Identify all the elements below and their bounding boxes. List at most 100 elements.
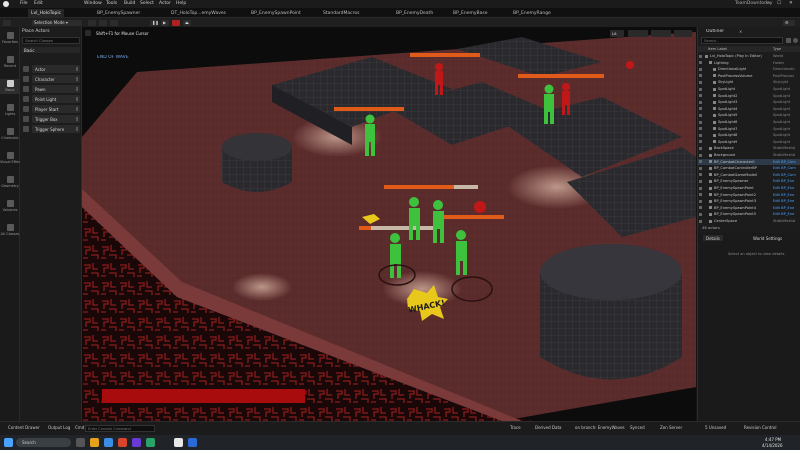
pause-button[interactable]: ❚❚ bbox=[150, 19, 159, 26]
tab-details[interactable]: Details bbox=[703, 235, 723, 241]
outliner-row[interactable]: SpotLight9 SpotLight bbox=[698, 139, 800, 145]
tab-bp-enemy-spawn-point[interactable]: BP_EnemySpawnPoint bbox=[248, 9, 304, 17]
rail-item-all-classes[interactable]: All Classes bbox=[0, 223, 20, 238]
eye-icon[interactable] bbox=[699, 153, 702, 157]
outliner-row[interactable]: SpotLight3 SpotLight bbox=[698, 99, 800, 105]
eye-icon[interactable] bbox=[699, 74, 702, 78]
blueprint-button[interactable] bbox=[99, 19, 107, 26]
synced-status[interactable]: Synced bbox=[630, 425, 645, 430]
eye-icon[interactable] bbox=[699, 100, 702, 104]
rail-item-lights[interactable]: Lights bbox=[0, 103, 20, 118]
cinematics-button[interactable] bbox=[110, 19, 118, 26]
drag-handle-icon[interactable] bbox=[76, 97, 78, 101]
outliner-row[interactable]: SpotLight5 SpotLight bbox=[698, 112, 800, 118]
app-icon[interactable] bbox=[146, 438, 155, 447]
tab-level[interactable]: Lvl_HoloTopic bbox=[28, 9, 65, 17]
skip-button[interactable]: ▶ bbox=[161, 19, 169, 26]
viewport-options-button[interactable] bbox=[85, 30, 91, 36]
drag-handle-icon[interactable] bbox=[76, 127, 78, 131]
stop-button[interactable] bbox=[172, 19, 180, 26]
rail-item-basic[interactable]: Basic bbox=[0, 79, 20, 94]
close-button[interactable]: ✕ bbox=[789, 1, 793, 6]
app-icon[interactable] bbox=[188, 438, 197, 447]
place-actor-player-start[interactable]: Player Start bbox=[23, 105, 80, 113]
derived-data-button[interactable]: Derived Data bbox=[535, 425, 562, 430]
outliner-row[interactable]: BP_EnemySpawner Edit BP_Ene bbox=[698, 178, 800, 184]
outliner-row[interactable]: BP_EnemySpawnPoint5 Edit BP_Ene bbox=[698, 211, 800, 217]
outliner-row[interactable]: BP_CombatGameMode0 Edit BP_Com bbox=[698, 172, 800, 178]
outliner-row[interactable]: SpotLight SpotLight bbox=[698, 86, 800, 92]
outliner-row[interactable]: BackSpace StaticMeshA bbox=[698, 145, 800, 151]
eject-button[interactable]: ⏏ bbox=[183, 19, 191, 26]
outliner-row[interactable]: SpotLight2 SpotLight bbox=[698, 93, 800, 99]
task-view-icon[interactable] bbox=[76, 438, 85, 447]
drag-handle-icon[interactable] bbox=[76, 107, 78, 111]
eye-icon[interactable] bbox=[699, 113, 702, 117]
menu-help[interactable]: Help bbox=[176, 1, 186, 6]
rail-item-favorites[interactable]: Favorites bbox=[0, 31, 20, 46]
column-item-label[interactable]: Item Label bbox=[708, 47, 727, 51]
menu-actor[interactable]: Actor bbox=[159, 1, 171, 6]
outliner-row[interactable]: SpotLight4 SpotLight bbox=[698, 106, 800, 112]
eye-icon[interactable] bbox=[699, 186, 702, 190]
menu-window[interactable]: Window bbox=[84, 1, 102, 6]
cmd-dropdown[interactable]: Cmd bbox=[75, 425, 84, 430]
eye-icon[interactable] bbox=[699, 219, 702, 223]
outliner-row[interactable]: BP_CombatCharacter0 Edit BP_Com bbox=[698, 158, 800, 165]
drag-handle-icon[interactable] bbox=[76, 87, 78, 91]
outliner-row[interactable]: BP_CombatControllerBP Edit BP_Com bbox=[698, 165, 800, 171]
outliner-row-type[interactable]: Edit BP_Ene bbox=[773, 186, 794, 190]
tab-world-settings[interactable]: World Settings bbox=[750, 235, 785, 241]
drag-handle-icon[interactable] bbox=[76, 77, 78, 81]
console-command-input[interactable] bbox=[85, 425, 155, 432]
outliner-row-type[interactable]: Edit BP_Ene bbox=[773, 179, 794, 183]
maximize-button[interactable]: ☐ bbox=[777, 1, 781, 6]
add-actor-button[interactable] bbox=[88, 19, 96, 26]
eye-icon[interactable] bbox=[699, 127, 702, 131]
revision-control-button[interactable]: Revision Control bbox=[744, 425, 776, 430]
outliner-row[interactable]: SkyLight SkyLight bbox=[698, 79, 800, 85]
column-type[interactable]: Type bbox=[773, 47, 781, 51]
minimize-button[interactable]: — bbox=[766, 1, 771, 6]
outliner-row-type[interactable]: Edit BP_Com bbox=[773, 166, 796, 170]
rail-item-volumes[interactable]: Volumes bbox=[0, 199, 20, 214]
outliner-row-type[interactable]: Edit BP_Ene bbox=[773, 199, 794, 203]
outliner-row[interactable]: BP_EnemySpawnPoint3 Edit BP_Ene bbox=[698, 198, 800, 204]
taskbar-search[interactable]: Search bbox=[16, 438, 71, 447]
outliner-row[interactable]: DirectionalLight DirectionalLi bbox=[698, 66, 800, 72]
save-icon[interactable] bbox=[3, 19, 11, 26]
app-icon[interactable] bbox=[104, 438, 113, 447]
outliner-row-type[interactable]: Edit BP_Ene bbox=[773, 212, 794, 216]
eye-icon[interactable] bbox=[699, 160, 702, 164]
unsaved-button[interactable]: 5 Unsaved bbox=[705, 425, 726, 430]
tab-bp-enemy-spawner[interactable]: BP_EnemySpawner bbox=[94, 9, 143, 17]
eye-icon[interactable] bbox=[699, 199, 702, 203]
rail-item-cinematic[interactable]: Cinematic bbox=[0, 127, 20, 142]
windows-start-icon[interactable] bbox=[4, 438, 13, 447]
app-icon[interactable] bbox=[132, 438, 141, 447]
place-actor-trigger-box[interactable]: Trigger Box bbox=[23, 115, 80, 123]
eye-icon[interactable] bbox=[699, 179, 702, 183]
eye-icon[interactable] bbox=[699, 54, 702, 58]
place-actor-pawn[interactable]: Pawn bbox=[23, 85, 80, 93]
place-actor-actor[interactable]: Actor bbox=[23, 65, 80, 73]
tab-standard-macros[interactable]: StandardMacros bbox=[320, 9, 362, 17]
chrome-icon[interactable] bbox=[118, 438, 127, 447]
output-log-button[interactable]: Output Log bbox=[48, 425, 70, 430]
outliner-row-type[interactable]: Edit BP_Ene bbox=[773, 206, 794, 210]
rail-item-visual-effects[interactable]: Visual Effects bbox=[0, 151, 23, 166]
eye-icon[interactable] bbox=[699, 140, 702, 144]
tab-bp-enemy-range[interactable]: BP_EnemyRange bbox=[510, 9, 554, 17]
eye-icon[interactable] bbox=[699, 80, 702, 84]
place-actor-character[interactable]: Character bbox=[23, 75, 80, 83]
close-icon[interactable]: ✕ bbox=[739, 29, 742, 34]
content-drawer-button[interactable]: Content Drawer bbox=[8, 425, 40, 430]
level-viewport[interactable]: WHACK! bbox=[82, 27, 696, 421]
branch-status[interactable]: on branch: EnemyWaves bbox=[575, 425, 625, 430]
menu-tools[interactable]: Tools bbox=[106, 1, 117, 6]
settings-button[interactable]: ⚙ bbox=[783, 19, 795, 26]
eye-icon[interactable] bbox=[699, 166, 702, 170]
drag-handle-icon[interactable] bbox=[76, 67, 78, 71]
outliner-row[interactable]: CenterSpace StaticMeshA bbox=[698, 218, 800, 224]
tab-bp-enemy-death[interactable]: BP_EnemyDeath bbox=[393, 9, 436, 17]
